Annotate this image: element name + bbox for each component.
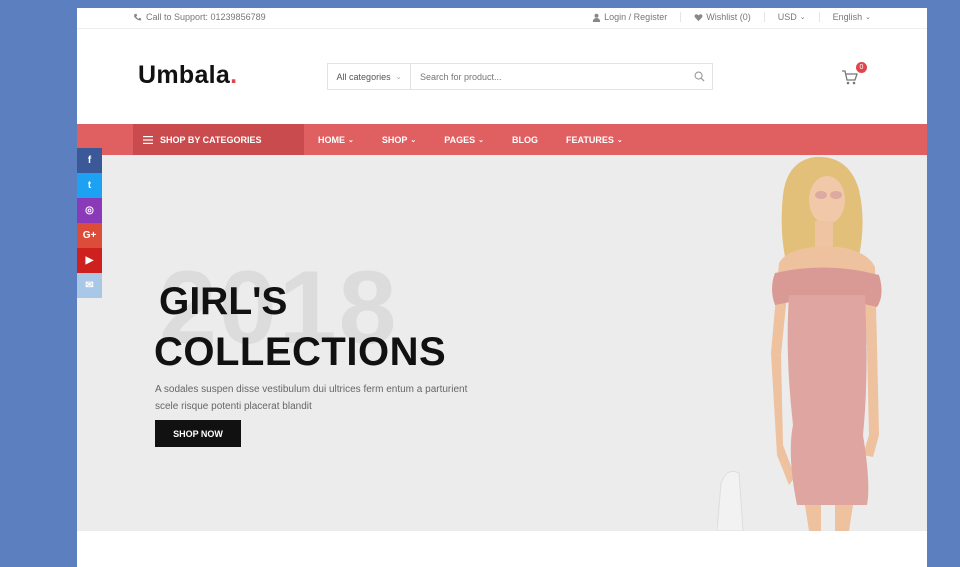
heart-icon [694, 13, 703, 21]
social-sidebar: f t ◎ G+ ▶ ✉ [77, 148, 102, 298]
facebook-icon[interactable]: f [77, 148, 102, 173]
chevron-down-icon: ⌄ [478, 136, 484, 144]
phone-icon [134, 13, 142, 20]
email-icon[interactable]: ✉ [77, 273, 102, 298]
page: Call to Support: 01239856789 Login / Reg… [77, 8, 927, 567]
chevron-down-icon: ⌄ [799, 14, 806, 21]
currency-text: USD [777, 12, 797, 22]
logo[interactable]: Umbala. [138, 61, 237, 90]
menu-icon [143, 135, 153, 144]
youtube-icon[interactable]: ▶ [77, 248, 102, 273]
wishlist-text: Wishlist (0) [706, 12, 751, 22]
wishlist-link[interactable]: Wishlist (0) [680, 12, 764, 22]
hero-model-image [717, 156, 882, 531]
cart-count-badge: 0 [856, 62, 867, 73]
nav-item-label: HOME [318, 134, 345, 145]
support-info: Call to Support: 01239856789 [133, 12, 266, 22]
category-select[interactable]: All categories ⌄ [328, 64, 411, 89]
login-text: Login / Register [604, 12, 668, 22]
instagram-icon[interactable]: ◎ [77, 198, 102, 223]
content-area-top [77, 531, 927, 567]
nav-item-shop[interactable]: SHOP ⌄ [382, 135, 416, 145]
chevron-down-icon: ⌄ [616, 136, 623, 144]
currency-dropdown[interactable]: USD ⌄ [763, 12, 819, 22]
user-icon [593, 13, 601, 22]
chevron-down-icon: ⌄ [348, 136, 354, 144]
search-button[interactable] [686, 64, 712, 89]
shop-by-categories-button[interactable]: SHOP BY CATEGORIES [133, 124, 304, 155]
nav-item-pages[interactable]: PAGES ⌄ [444, 135, 484, 145]
cart-icon [842, 70, 858, 85]
support-text: Call to Support: 01239856789 [146, 12, 266, 22]
hero-banner: 2018 GIRL'S COLLECTIONS A sodales suspen… [77, 155, 927, 531]
hero-title-line2: COLLECTIONS [154, 330, 447, 374]
nav-item-label: PAGES [444, 134, 476, 145]
google-plus-icon[interactable]: G+ [77, 223, 102, 248]
nav-item-label: SHOP [381, 134, 408, 145]
nav-item-features[interactable]: FEATURES ⌄ [566, 135, 623, 145]
nav-item-label: FEATURES [565, 134, 614, 145]
hero-title-line1: GIRL'S [159, 280, 288, 323]
category-select-text: All categories [336, 71, 391, 82]
search-bar: All categories ⌄ [327, 63, 713, 90]
logo-text: Umbala [138, 61, 231, 89]
nav-item-home[interactable]: HOME ⌄ [318, 135, 354, 145]
chevron-down-icon: ⌄ [865, 14, 871, 21]
top-bar: Call to Support: 01239856789 Login / Reg… [77, 8, 927, 29]
chevron-down-icon: ⌄ [410, 136, 417, 144]
twitter-icon[interactable]: t [77, 173, 102, 198]
chevron-down-icon: ⌄ [395, 73, 402, 81]
cart-button[interactable]: 0 [841, 62, 867, 88]
language-text: English [832, 12, 863, 22]
language-dropdown[interactable]: English ⌄ [818, 12, 871, 22]
hero-description: A sodales suspen disse vestibulum dui ul… [155, 384, 468, 412]
search-input[interactable] [411, 64, 686, 89]
nav-item-blog[interactable]: BLOG [512, 135, 538, 145]
nav-item-label: BLOG [511, 134, 538, 145]
shop-by-categories-label: SHOP BY CATEGORIES [160, 134, 262, 145]
search-icon [694, 71, 705, 82]
login-register-link[interactable]: Login / Register [579, 12, 680, 22]
main-nav: SHOP BY CATEGORIES HOME ⌄ SHOP ⌄ PAGES ⌄ BL… [77, 124, 927, 155]
shop-now-button[interactable]: SHOP NOW [155, 420, 241, 447]
logo-dot: . [230, 61, 238, 89]
